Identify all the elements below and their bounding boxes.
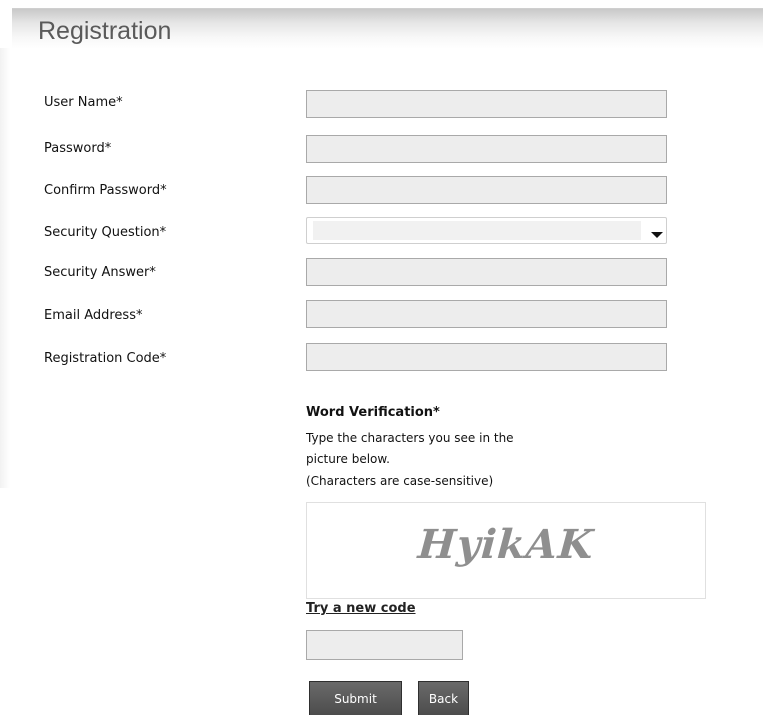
word-verification-instruction-line1: Type the characters you see in the bbox=[306, 431, 514, 445]
confirm-password-field[interactable] bbox=[306, 176, 667, 204]
page-left-shadow bbox=[0, 48, 10, 488]
registration-code-label: Registration Code* bbox=[44, 351, 167, 366]
security-question-label: Security Question* bbox=[44, 225, 167, 240]
word-verification-case-note: (Characters are case-sensitive) bbox=[306, 474, 494, 488]
security-answer-label: Security Answer* bbox=[44, 265, 156, 280]
registration-header: Registration bbox=[12, 8, 763, 49]
user-name-label: User Name* bbox=[44, 95, 123, 110]
captcha-image: HyikAK bbox=[306, 502, 706, 599]
word-verification-title: Word Verification* bbox=[306, 405, 440, 420]
password-field[interactable] bbox=[306, 135, 667, 163]
back-button[interactable]: Back bbox=[418, 681, 469, 715]
word-verification-instruction-line2: picture below. bbox=[306, 452, 390, 466]
confirm-password-label: Confirm Password* bbox=[44, 183, 167, 198]
verification-code-input[interactable] bbox=[306, 630, 463, 660]
captcha-text: HyikAK bbox=[416, 521, 596, 568]
user-name-field[interactable] bbox=[306, 90, 667, 118]
email-address-label: Email Address* bbox=[44, 308, 143, 323]
security-answer-field[interactable] bbox=[306, 258, 667, 286]
registration-code-field[interactable] bbox=[306, 343, 667, 371]
password-label: Password* bbox=[44, 141, 112, 156]
chevron-down-icon[interactable] bbox=[651, 232, 663, 238]
page-title: Registration bbox=[38, 17, 172, 45]
security-question-selected-value bbox=[313, 221, 641, 240]
try-new-code-link[interactable]: Try a new code bbox=[306, 601, 416, 616]
submit-button[interactable]: Submit bbox=[309, 681, 402, 715]
email-address-field[interactable] bbox=[306, 300, 667, 328]
security-question-select[interactable] bbox=[306, 217, 667, 244]
